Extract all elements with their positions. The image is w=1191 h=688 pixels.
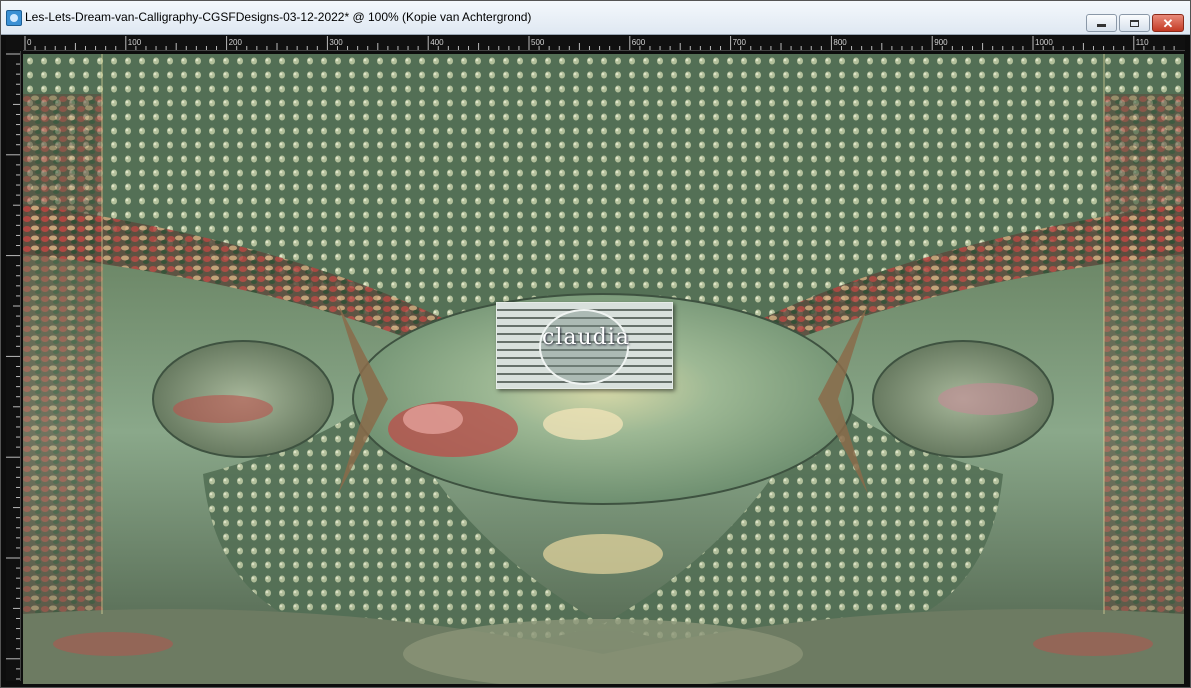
ruler-label: 0 bbox=[27, 38, 32, 47]
ruler-label: 110 bbox=[1136, 38, 1149, 47]
title-bar[interactable]: Les-Lets-Dream-van-Calligraphy-CGSFDesig… bbox=[1, 1, 1190, 35]
ruler-corner bbox=[6, 36, 22, 50]
horizontal-ruler: 0 100 200 300 400 500 600 700 800 900 1000 110 bbox=[23, 36, 1185, 51]
image-canvas[interactable]: claudia bbox=[23, 54, 1184, 684]
watermark-text: claudia bbox=[542, 325, 630, 350]
ruler-label: 800 bbox=[833, 38, 847, 47]
ruler-label: 200 bbox=[229, 38, 243, 47]
vertical-ruler-ticks bbox=[6, 53, 20, 680]
maximize-icon bbox=[1130, 19, 1139, 27]
close-button[interactable]: ✕ bbox=[1152, 14, 1184, 32]
ruler-label: 400 bbox=[430, 38, 444, 47]
image-window: Les-Lets-Dream-van-Calligraphy-CGSFDesig… bbox=[0, 0, 1191, 688]
minimize-icon bbox=[1097, 24, 1106, 27]
document-icon bbox=[6, 10, 22, 26]
ruler-label: 500 bbox=[531, 38, 545, 47]
window-title: Les-Lets-Dream-van-Calligraphy-CGSFDesig… bbox=[25, 10, 532, 24]
ruler-label: 300 bbox=[329, 38, 343, 47]
vertical-ruler bbox=[6, 51, 21, 681]
close-icon: ✕ bbox=[1162, 15, 1174, 31]
ruler-label: 900 bbox=[934, 38, 948, 47]
ruler-label: 700 bbox=[733, 38, 747, 47]
ruler-label: 1000 bbox=[1035, 38, 1053, 47]
horizontal-ruler-ticks: 0 100 200 300 400 500 600 700 800 900 1000 110 bbox=[24, 36, 1175, 50]
minimize-button[interactable] bbox=[1086, 14, 1117, 32]
ruler-label: 100 bbox=[128, 38, 142, 47]
ruler-label: 600 bbox=[632, 38, 646, 47]
watermark-logo: claudia bbox=[496, 302, 673, 389]
maximize-button[interactable] bbox=[1119, 14, 1150, 32]
